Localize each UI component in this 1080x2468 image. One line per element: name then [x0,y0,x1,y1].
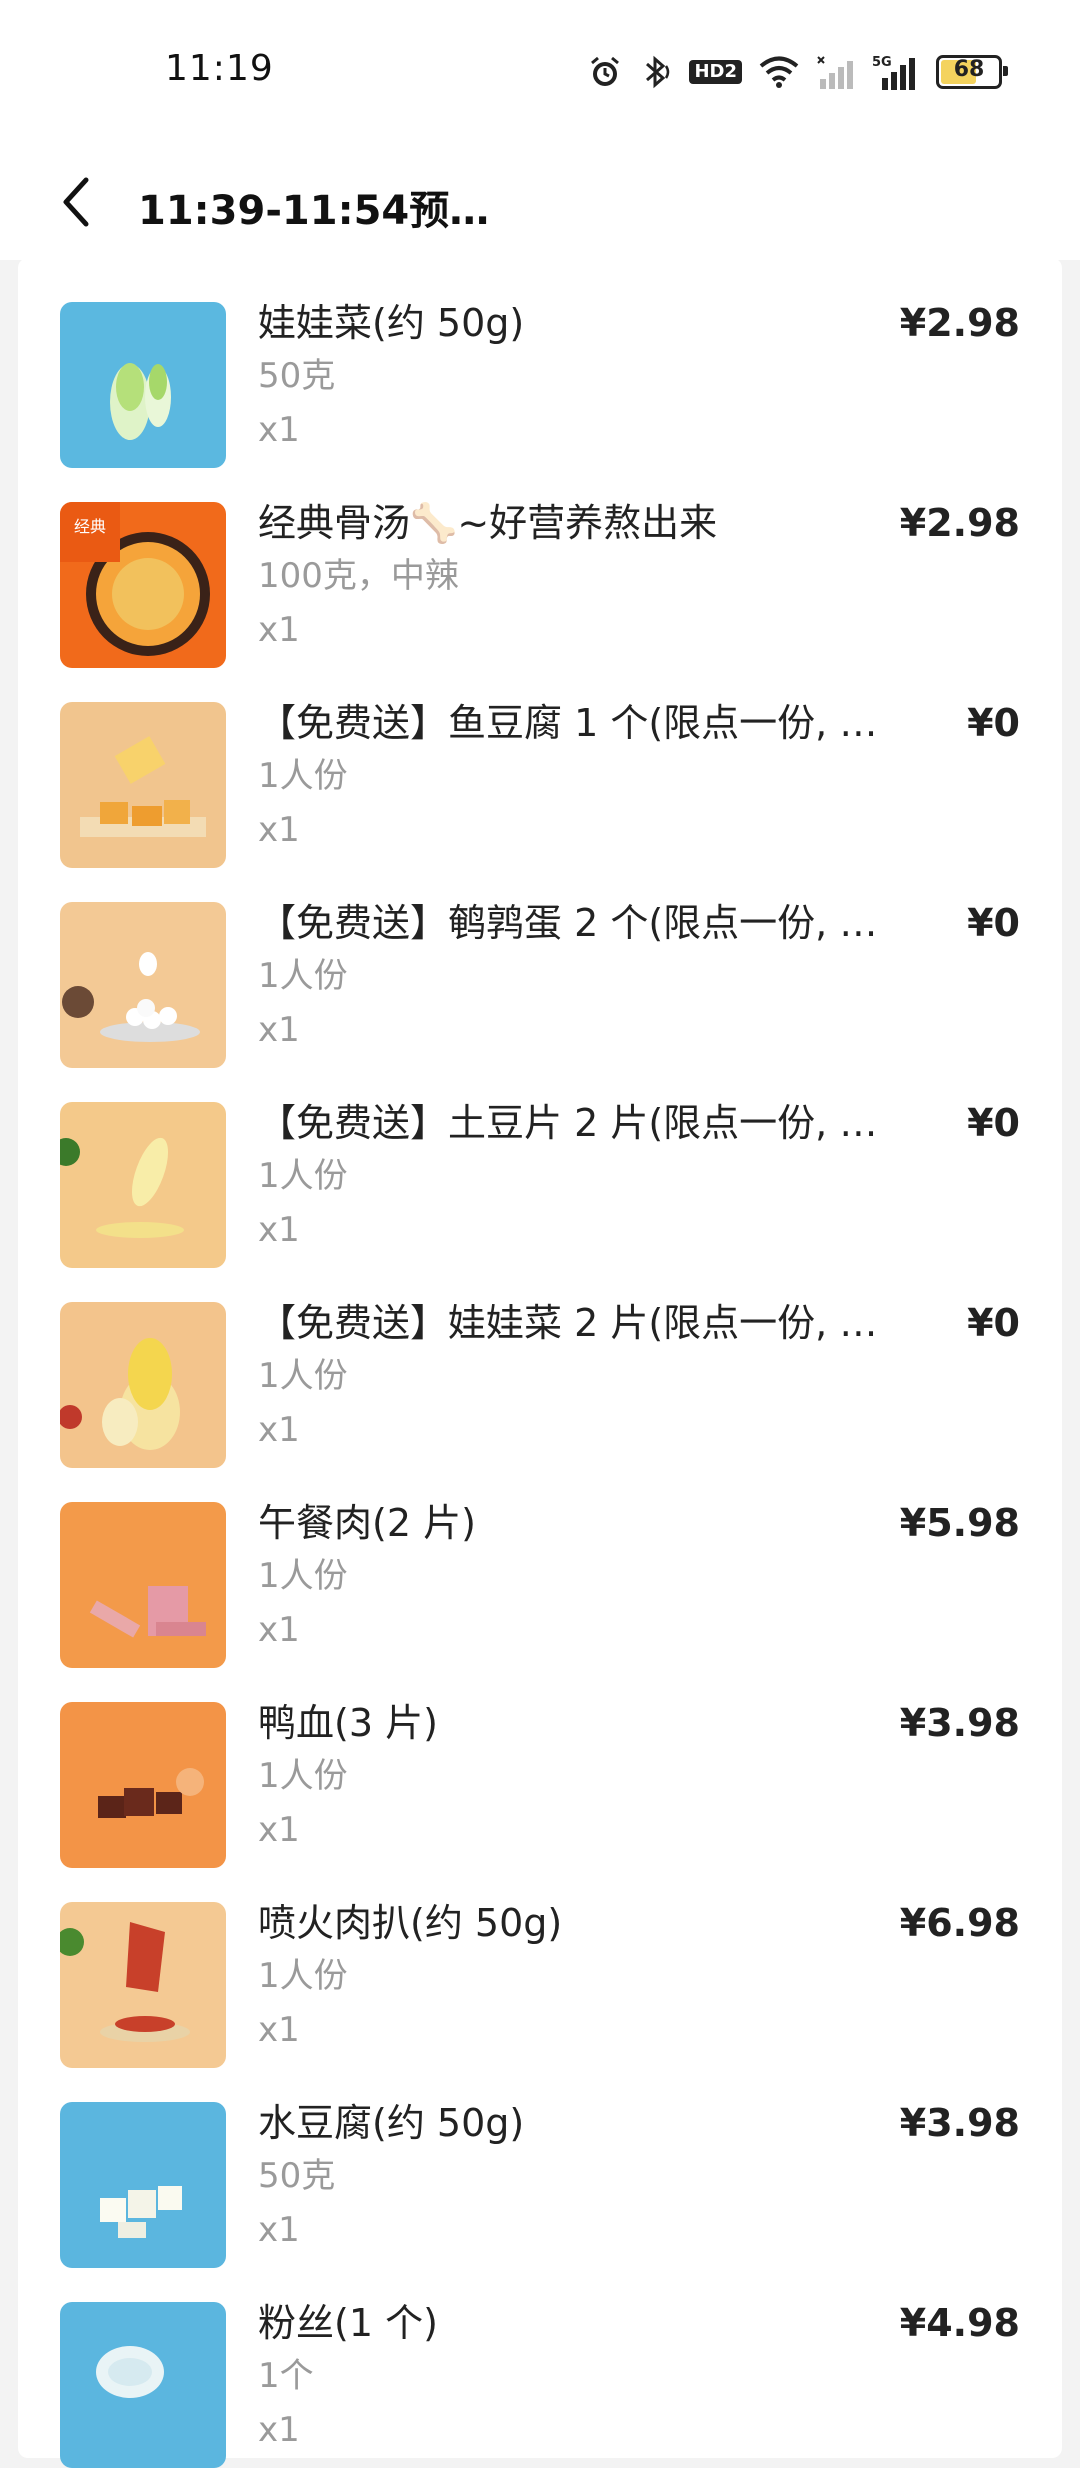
item-spec: 1人份 [258,1756,348,1796]
item-name: 鸭血(3 片) [258,1701,438,1745]
svg-text:经典: 经典 [74,517,106,536]
item-quantity: x1 [258,2210,300,2250]
item-price: ¥0 [967,1301,1020,1345]
bluetooth-icon [639,54,673,90]
item-name: 【免费送】鹌鹑蛋 2 个(限点一份, 多点… [258,901,898,945]
item-thumbnail[interactable] [60,2302,226,2468]
status-bar: 11:19 HD2 5G 68 [0,0,1080,140]
item-thumbnail[interactable] [60,302,226,468]
item-quantity: x1 [258,410,300,450]
item-price: ¥2.98 [899,501,1020,545]
order-item[interactable]: 午餐肉(2 片) 1人份 x1 ¥5.98 [18,1458,1062,1668]
hd-icon: HD2 [689,60,742,84]
item-price: ¥2.98 [899,301,1020,345]
item-spec: 1个 [258,2356,314,2396]
item-thumbnail[interactable] [60,1502,226,1668]
status-time: 11:19 [165,48,274,89]
item-price: ¥0 [967,1101,1020,1145]
item-quantity: x1 [258,1610,300,1650]
order-item[interactable]: 娃娃菜(约 50g) 50克 x1 ¥2.98 [18,258,1062,468]
item-spec: 1人份 [258,756,348,796]
item-spec: 1人份 [258,1356,348,1396]
item-spec: 1人份 [258,1956,348,1996]
item-thumbnail[interactable] [60,902,226,1068]
item-spec: 1人份 [258,956,348,996]
item-name: 【免费送】土豆片 2 片(限点一份, 多点… [258,1101,898,1145]
item-spec: 50克 [258,2156,336,2196]
item-thumbnail[interactable] [60,1702,226,1868]
item-price: ¥0 [967,901,1020,945]
order-item[interactable]: 经典 经典骨汤🦴~好营养熬出来 100克，中辣 x1 ¥2.98 [18,458,1062,668]
item-quantity: x1 [258,1010,300,1050]
item-quantity: x1 [258,2410,300,2450]
alarm-icon [587,54,623,90]
item-name: 水豆腐(约 50g) [258,2101,525,2145]
item-price: ¥4.98 [899,2301,1020,2345]
item-name: 粉丝(1 个) [258,2301,438,2345]
signal-5g-icon: 5G [872,54,920,90]
back-button[interactable] [48,174,104,230]
order-item[interactable]: 鸭血(3 片) 1人份 x1 ¥3.98 [18,1658,1062,1868]
item-name: 【免费送】娃娃菜 2 片(限点一份, 多点… [258,1301,898,1345]
signal-1-icon [816,55,856,89]
item-spec: 50克 [258,356,336,396]
wifi-icon [758,55,800,89]
item-quantity: x1 [258,2010,300,2050]
order-item[interactable]: 【免费送】鹌鹑蛋 2 个(限点一份, 多点… 1人份 x1 ¥0 [18,858,1062,1068]
battery-level: 68 [953,57,985,82]
item-name: 【免费送】鱼豆腐 1 个(限点一份, 多点… [258,701,898,745]
header: 11:39-11:54预… [0,140,1080,260]
page-title: 11:39-11:54预… [138,188,490,234]
item-price: ¥5.98 [899,1501,1020,1545]
item-thumbnail[interactable] [60,1902,226,2068]
item-thumbnail[interactable] [60,2102,226,2268]
chevron-left-icon [63,177,89,227]
item-spec: 100克，中辣 [258,556,459,596]
order-item[interactable]: 【免费送】娃娃菜 2 片(限点一份, 多点… 1人份 x1 ¥0 [18,1258,1062,1468]
item-name: 喷火肉扒(约 50g) [258,1901,563,1945]
item-quantity: x1 [258,810,300,850]
item-name: 娃娃菜(约 50g) [258,301,525,345]
item-spec: 1人份 [258,1556,348,1596]
item-price: ¥6.98 [899,1901,1020,1945]
item-name: 午餐肉(2 片) [258,1501,476,1545]
status-icons: HD2 5G 68 [587,50,1008,94]
item-price: ¥0 [967,701,1020,745]
item-thumbnail[interactable] [60,1302,226,1468]
svg-text:5G: 5G [872,55,892,70]
item-quantity: x1 [258,1410,300,1450]
order-item-list: 娃娃菜(约 50g) 50克 x1 ¥2.98 经典 经典骨汤🦴~好营养熬出来 1… [18,258,1062,2468]
item-quantity: x1 [258,1810,300,1850]
order-item[interactable]: 喷火肉扒(约 50g) 1人份 x1 ¥6.98 [18,1858,1062,2068]
order-item[interactable]: 【免费送】鱼豆腐 1 个(限点一份, 多点… 1人份 x1 ¥0 [18,658,1062,868]
item-thumbnail[interactable]: 经典 [60,502,226,668]
item-quantity: x1 [258,610,300,650]
item-quantity: x1 [258,1210,300,1250]
item-thumbnail[interactable] [60,702,226,868]
item-price: ¥3.98 [899,2101,1020,2145]
battery-icon: 68 [936,55,1008,89]
order-item[interactable]: 水豆腐(约 50g) 50克 x1 ¥3.98 [18,2058,1062,2268]
order-item[interactable]: 粉丝(1 个) 1个 x1 ¥4.98 [18,2258,1062,2468]
order-item[interactable]: 【免费送】土豆片 2 片(限点一份, 多点… 1人份 x1 ¥0 [18,1058,1062,1268]
item-price: ¥3.98 [899,1701,1020,1745]
item-thumbnail[interactable] [60,1102,226,1268]
item-spec: 1人份 [258,1156,348,1196]
item-name: 经典骨汤🦴~好营养熬出来 [258,501,718,545]
